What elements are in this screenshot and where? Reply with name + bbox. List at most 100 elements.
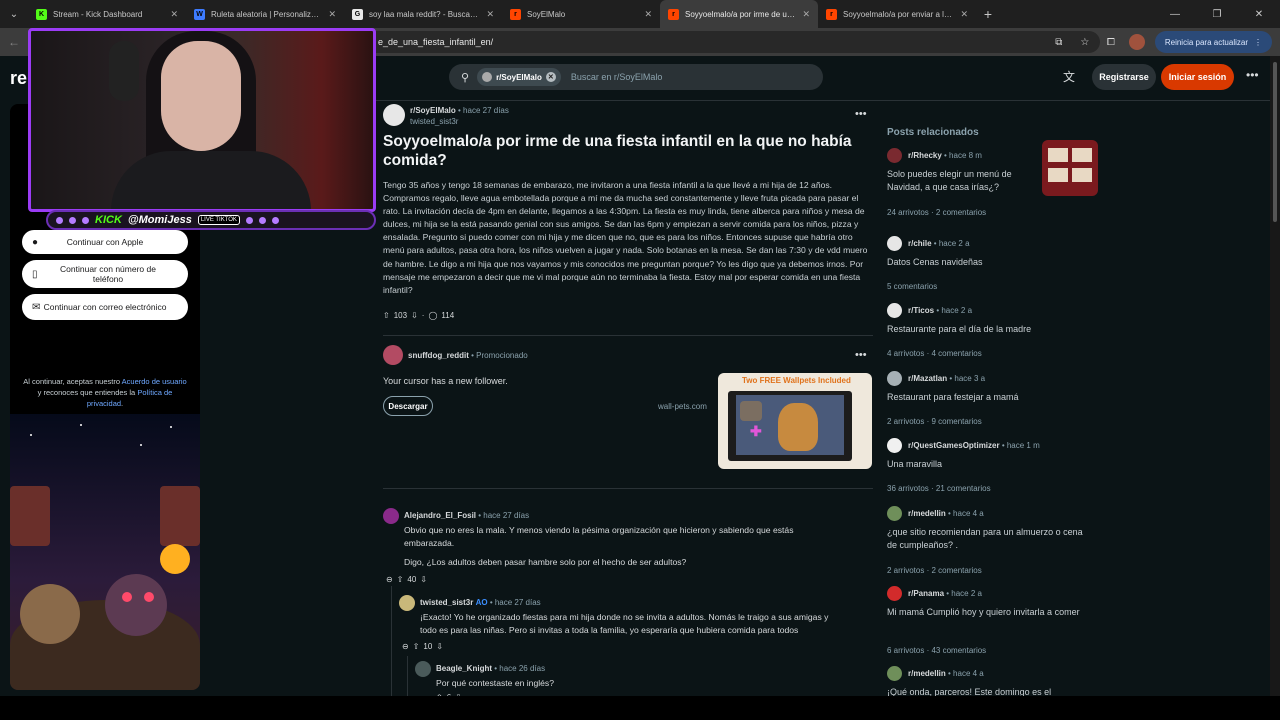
related-meta: r/medellin • hace 4 a (908, 669, 984, 678)
related-subreddit[interactable]: r/Ticos (908, 306, 934, 315)
search-bar[interactable]: ⚲ r/SoyElMalo ✕ Buscar en r/SoyElMalo (449, 64, 823, 90)
subreddit-avatar[interactable] (383, 104, 405, 126)
related-thumbnail[interactable] (1042, 140, 1098, 196)
chip-close-icon[interactable]: ✕ (545, 72, 556, 82)
continue-email-button[interactable]: ✉ Continuar con correo electrónico (22, 294, 188, 320)
register-button[interactable]: Registrarse (1092, 64, 1156, 90)
subreddit-search-chip[interactable]: r/SoyElMalo ✕ (477, 68, 561, 86)
related-title[interactable]: Datos Cenas navideñas (887, 256, 1087, 269)
ad-text: Your cursor has a new follower. (383, 376, 508, 386)
translate-icon[interactable]: 文 (1063, 68, 1075, 85)
comment-text: Digo, ¿Los adultos deben pasar hambre so… (404, 557, 687, 567)
browser-tab[interactable]: W Ruleta aleatoria | Personaliza y gira ✕ (186, 0, 344, 28)
comment-text: ¡Exacto! Yo he organizado fiestas para m… (420, 612, 829, 635)
related-meta: r/Ticos • hace 2 a (908, 306, 973, 315)
upvote-icon[interactable]: ⇧ (397, 575, 404, 584)
more-options-icon[interactable]: ••• (1246, 68, 1259, 82)
maximize-icon[interactable]: ❐ (1196, 0, 1238, 28)
tab-close-icon[interactable]: ✕ (960, 9, 968, 20)
downvote-icon[interactable]: ⇩ (436, 642, 443, 651)
ad-avatar[interactable] (383, 345, 403, 365)
related-title[interactable]: Solo puedes elegir un menú de Navidad, a… (887, 168, 1035, 194)
comment-icon[interactable]: ◯ (428, 311, 437, 320)
related-title[interactable]: ¡Qué onda, parceros! Este domingo es el (887, 686, 1087, 696)
subreddit-avatar (887, 586, 902, 601)
related-subreddit[interactable]: r/medellin (908, 669, 946, 678)
post-author[interactable]: twisted_sist3r (410, 117, 458, 126)
collapse-icon[interactable]: ⊖ (402, 642, 409, 651)
post-subreddit[interactable]: r/SoyElMalo (410, 106, 456, 115)
comment-text: Obvio que no eres la mala. Y menos viend… (404, 525, 794, 548)
extensions-icon[interactable]: ⧠ (1103, 34, 1119, 50)
post-comments: 114 (441, 311, 455, 320)
ad-user[interactable]: snuffdog_reddit (408, 351, 469, 360)
related-subreddit[interactable]: r/medellin (908, 509, 946, 518)
user-agreement-link[interactable]: Acuerdo de usuario (122, 377, 187, 386)
comment: Beagle_Knight • hace 26 días Por qué con… (415, 661, 865, 696)
comment-avatar[interactable] (383, 508, 399, 524)
minimize-icon[interactable]: — (1154, 0, 1196, 28)
related-subreddit[interactable]: r/Rhecky (908, 151, 942, 160)
tab-close-icon[interactable]: ✕ (644, 9, 652, 20)
continue-apple-button[interactable]: ● Continuar con Apple (22, 230, 188, 254)
tab-title: Soyyoelmalo/a por enviar a la mitad (843, 9, 954, 19)
related-title[interactable]: Restaurante para el día de la madre (887, 323, 1087, 336)
related-subreddit[interactable]: r/Panama (908, 589, 944, 598)
new-tab-button[interactable]: + (976, 6, 1000, 22)
post-more-icon[interactable]: ••• (855, 108, 867, 120)
ad-more-icon[interactable]: ••• (855, 349, 867, 361)
subreddit-avatar (887, 303, 902, 318)
downvote-icon[interactable]: ⇩ (411, 311, 418, 320)
browser-tab[interactable]: Gsoy laa mala reddit? - Buscar con Googl… (344, 0, 502, 28)
related-subreddit[interactable]: r/chile (908, 239, 932, 248)
subreddit-avatar (887, 236, 902, 251)
downvote-icon[interactable]: ⇩ (420, 575, 427, 584)
comment-author[interactable]: Beagle_Knight (436, 664, 492, 673)
profile-avatar[interactable] (1128, 34, 1145, 50)
back-arrow-icon[interactable]: ← (0, 35, 28, 49)
ad-domain[interactable]: wall-pets.com (658, 402, 707, 411)
close-window-icon[interactable]: ✕ (1238, 0, 1280, 28)
comment-avatar[interactable] (415, 661, 431, 677)
tab-search-chevron-icon[interactable]: ⌄ (0, 0, 28, 28)
ad-download-button[interactable]: Descargar (383, 396, 433, 416)
comment-meta: Beagle_Knight • hace 26 días (436, 664, 546, 673)
tab-strip: ⌄ K Stream - Kick Dashboard ✕ W Ruleta aleat… (0, 0, 1280, 28)
related-title[interactable]: ¿que sitio recomiendan para un almuerzo … (887, 526, 1087, 552)
upvote-icon[interactable]: ⇧ (413, 642, 420, 651)
tab-close-icon[interactable]: ✕ (802, 9, 810, 20)
page-scrollbar[interactable] (1270, 56, 1280, 696)
browser-tab[interactable]: r SoyElMalo ✕ (502, 0, 660, 28)
bookmark-star-icon[interactable]: ☆ (1077, 34, 1093, 50)
post-votes: 103 (393, 311, 408, 320)
screen-cast-icon[interactable]: ⧉ (1051, 34, 1067, 50)
ad-image[interactable]: Two FREE Wallpets Included ✚ (718, 373, 872, 469)
tab-close-icon[interactable]: ✕ (328, 9, 336, 20)
comment-author[interactable]: Alejandro_El_Fosil (404, 511, 476, 520)
update-browser-button[interactable]: Reinicia para actualizar ⋮ (1154, 31, 1272, 53)
browser-tab[interactable]: K Stream - Kick Dashboard ✕ (28, 0, 186, 28)
related-title[interactable]: Restaurant para festejar a mamá (887, 391, 1087, 404)
collapse-icon[interactable]: ⊖ (386, 575, 393, 584)
tab-close-icon[interactable]: ✕ (486, 9, 494, 20)
scrollbar-thumb[interactable] (1273, 62, 1277, 222)
continue-phone-button[interactable]: ▯ Continuar con número de teléfono (22, 260, 188, 288)
tab-title: Soyyoelmalo/a por irme de una fiesta (685, 9, 796, 19)
reddit-logo[interactable]: re (10, 68, 27, 89)
related-subreddit[interactable]: r/QuestGamesOptimizer (908, 441, 1000, 450)
comment-author[interactable]: twisted_sist3r (420, 598, 473, 607)
tab-close-icon[interactable]: ✕ (170, 9, 178, 20)
related-meta: r/medellin • hace 4 a (908, 509, 984, 518)
search-icon: ⚲ (461, 71, 470, 84)
related-stats: 2 arrivotos · 2 comentarios (887, 566, 982, 575)
related-title[interactable]: Mi mamá Cumplió hoy y quiero invitarla a… (887, 606, 1087, 619)
comment-avatar[interactable] (399, 595, 415, 611)
browser-tab[interactable]: r Soyyoelmalo/a por irme de una fiesta ✕ (660, 0, 818, 28)
browser-tab[interactable]: r Soyyoelmalo/a por enviar a la mitad ✕ (818, 0, 976, 28)
upvote-icon[interactable]: ⇧ (383, 311, 390, 320)
related-title[interactable]: Una maravilla (887, 458, 1087, 471)
search-placeholder: Buscar en r/SoyElMalo (570, 72, 663, 82)
related-subreddit[interactable]: r/Mazatlan (908, 374, 947, 383)
address-bar[interactable]: e_de_una_fiesta_infantil_en/ (360, 31, 1100, 53)
login-button[interactable]: Iniciar sesión (1161, 64, 1234, 90)
